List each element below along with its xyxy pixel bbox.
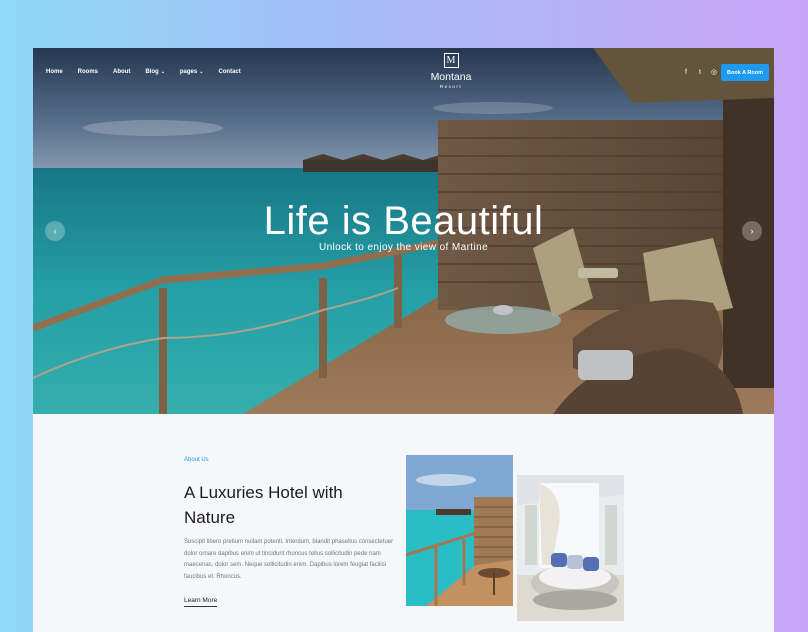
nav-item-label: Home	[46, 69, 63, 75]
book-room-button[interactable]: Book A Room	[721, 64, 769, 81]
hero-title: Life is Beautiful	[263, 199, 544, 243]
slider-next-button[interactable]: ›	[742, 221, 762, 241]
about-title: A Luxuries Hotel with Nature	[184, 483, 343, 527]
main-nav: Home Rooms About Blog ⌄ pages ⌄ Contact	[46, 69, 256, 75]
twitter-icon[interactable]: t	[696, 69, 704, 76]
deck-photo	[406, 455, 513, 606]
chevron-left-icon: ‹	[53, 226, 57, 236]
nav-item-label: About	[113, 69, 131, 75]
brand-logo[interactable]: M Montana Resort	[423, 53, 479, 89]
nav-item-label: Blog	[145, 69, 159, 75]
about-tag: About Us	[184, 457, 209, 463]
nav-item-label: pages	[179, 69, 198, 75]
logo-subtitle: Resort	[439, 84, 463, 89]
nav-item-pages[interactable]: pages ⌄	[180, 69, 204, 75]
nav-item-about[interactable]: About	[113, 69, 130, 75]
nav-item-contact[interactable]: Contact	[218, 69, 240, 75]
social-links: f t ◎	[682, 68, 718, 77]
chevron-right-icon: ›	[750, 226, 754, 236]
about-text: Suscipit libero pretium nullam potenti. …	[184, 539, 394, 580]
instagram-icon[interactable]: ◎	[710, 68, 718, 76]
hero-slider: Home Rooms About Blog ⌄ pages ⌄ Contact M …	[33, 48, 774, 414]
chevron-down-icon: ⌄	[199, 69, 204, 75]
nav-item-label: Rooms	[77, 69, 99, 75]
chevron-down-icon: ⌄	[160, 69, 165, 75]
nav-item-blog[interactable]: Blog ⌄	[145, 69, 165, 75]
room-photo	[517, 475, 624, 621]
nav-item-label: Contact	[218, 69, 241, 75]
nav-item-home[interactable]: Home	[46, 69, 63, 75]
logo-mark: M	[443, 53, 459, 68]
page-frame: Home Rooms About Blog ⌄ pages ⌄ Contact M …	[33, 48, 774, 632]
facebook-icon[interactable]: f	[682, 69, 690, 76]
learn-more-link[interactable]: Learn More	[184, 597, 218, 607]
hero-subtitle: Unlock to enjoy the view of Martine	[318, 242, 489, 253]
logo-name: Montana	[430, 71, 472, 83]
nav-item-rooms[interactable]: Rooms	[78, 69, 98, 75]
slider-prev-button[interactable]: ‹	[45, 221, 65, 241]
